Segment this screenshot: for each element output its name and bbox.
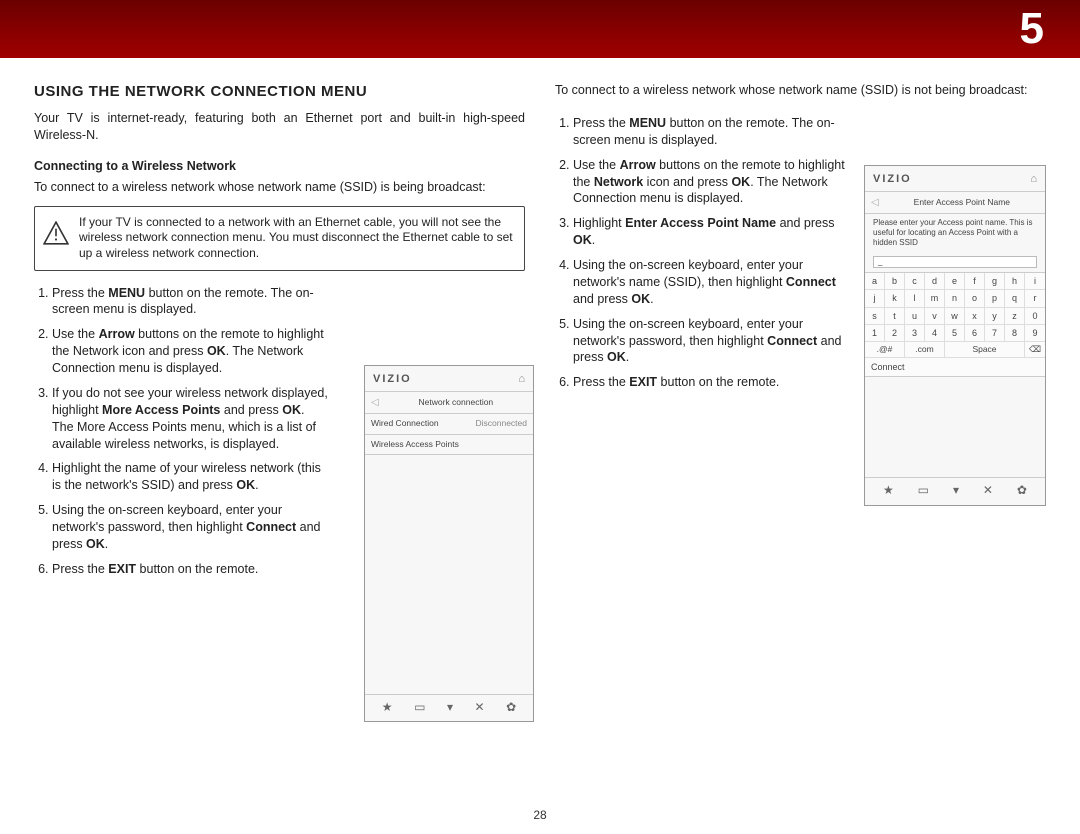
step-a4: Highlight the name of your wireless netw… (52, 460, 329, 494)
kb-key: l (905, 290, 925, 307)
tv-kb-title-row: ◁ Enter Access Point Name (865, 191, 1045, 214)
kb-key: x (965, 308, 985, 325)
kb-key: 1 (865, 325, 885, 342)
kb-key: 7 (985, 325, 1005, 342)
home-icon: ⌂ (1030, 172, 1037, 187)
kb-key-space: Space (945, 342, 1025, 358)
tv-bottom-icons: ★ ▭ ▾ ✕ ✿ (365, 694, 533, 721)
kb-key-symbols: .@# (865, 342, 905, 358)
chapter-number: 5 (1020, 4, 1044, 54)
kb-connect-row: Connect (865, 358, 1045, 377)
kb-key: n (945, 290, 965, 307)
v-icon: ▾ (953, 482, 959, 498)
kb-key: i (1025, 273, 1045, 290)
tv-kb-desc: Please enter your Access point name. Thi… (865, 213, 1045, 252)
subhead-intro: To connect to a wireless network whose n… (34, 179, 525, 196)
section-title: USING THE NETWORK CONNECTION MENU (34, 82, 525, 102)
tv-row-wireless: Wireless Access Points (365, 434, 533, 454)
kb-key: 5 (945, 325, 965, 342)
home-icon: ⌂ (518, 372, 525, 387)
steps-list-a: Press the MENU button on the remote. The… (34, 285, 329, 578)
step-b2: Use the Arrow buttons on the remote to h… (573, 157, 846, 208)
kb-key: j (865, 290, 885, 307)
gear-icon: ✿ (1017, 482, 1027, 498)
chapter-header: 5 (0, 0, 1080, 58)
tv-title-row: ◁ Network connection (365, 391, 533, 414)
kb-key: 9 (1025, 325, 1045, 342)
step-b6: Press the EXIT button on the remote. (573, 374, 846, 391)
x-icon: ✕ (983, 482, 993, 498)
kb-key: 3 (905, 325, 925, 342)
warning-icon (43, 221, 69, 245)
step-b1: Press the MENU button on the remote. The… (573, 115, 846, 149)
kb-key: o (965, 290, 985, 307)
kb-key: v (925, 308, 945, 325)
step-a1: Press the MENU button on the remote. The… (52, 285, 329, 319)
back-arrow-icon: ◁ (871, 196, 879, 210)
steps-list-b: Press the MENU button on the remote. The… (555, 115, 846, 391)
kb-key: d (925, 273, 945, 290)
step-a3: If you do not see your wireless network … (52, 385, 329, 453)
kb-key: b (885, 273, 905, 290)
kb-key: c (905, 273, 925, 290)
v-icon: ▾ (447, 699, 453, 715)
kb-key: e (945, 273, 965, 290)
tv-kb-bottom-icons: ★ ▭ ▾ ✕ ✿ (865, 477, 1045, 504)
page-body: USING THE NETWORK CONNECTION MENU Your T… (0, 58, 1080, 596)
tv-row-wired: Wired Connection Disconnected (365, 413, 533, 433)
kb-key: 2 (885, 325, 905, 342)
kb-key: 4 (925, 325, 945, 342)
kb-grid: a b c d e f g h i j k l m n o p q (865, 272, 1045, 342)
rect-icon: ▭ (918, 482, 929, 498)
back-arrow-icon: ◁ (371, 396, 379, 410)
tv-mockup-network: VIZIO ⌂ ◁ Network connection Wired Conne… (364, 365, 534, 722)
rect-icon: ▭ (414, 699, 425, 715)
kb-key-com: .com (905, 342, 945, 358)
step-a2: Use the Arrow buttons on the remote to h… (52, 326, 329, 377)
kb-key: z (1005, 308, 1025, 325)
right-intro: To connect to a wireless network whose n… (555, 82, 1046, 99)
vizio-logo: VIZIO (373, 372, 412, 387)
kb-key: q (1005, 290, 1025, 307)
x-icon: ✕ (475, 699, 485, 715)
step-b4: Using the on-screen keyboard, enter your… (573, 257, 846, 308)
kb-key: f (965, 273, 985, 290)
kb-key: s (865, 308, 885, 325)
left-column: USING THE NETWORK CONNECTION MENU Your T… (34, 82, 525, 586)
star-icon: ★ (382, 699, 393, 715)
tv-kb-input: _ (873, 256, 1037, 268)
kb-key: 0 (1025, 308, 1045, 325)
kb-key: h (1005, 273, 1025, 290)
kb-key: w (945, 308, 965, 325)
kb-key: y (985, 308, 1005, 325)
tv-blank (365, 454, 533, 694)
page-number: 28 (533, 808, 546, 822)
kb-key: m (925, 290, 945, 307)
step-b5: Using the on-screen keyboard, enter your… (573, 316, 846, 367)
step-b3: Highlight Enter Access Point Name and pr… (573, 215, 846, 249)
kb-key: k (885, 290, 905, 307)
warning-text: If your TV is connected to a network wit… (79, 215, 513, 260)
intro-text: Your TV is internet-ready, featuring bot… (34, 110, 525, 144)
kb-key: 8 (1005, 325, 1025, 342)
kb-key: 6 (965, 325, 985, 342)
kb-key: t (885, 308, 905, 325)
subheading: Connecting to a Wireless Network (34, 158, 525, 175)
tv-kb-blank (865, 377, 1045, 477)
kb-bottom-row: .@# .com Space ⌫ (865, 342, 1045, 358)
kb-key: r (1025, 290, 1045, 307)
kb-key-backspace: ⌫ (1025, 342, 1045, 358)
tv-mockup-keyboard: VIZIO ⌂ ◁ Enter Access Point Name Please… (864, 165, 1046, 506)
kb-key: u (905, 308, 925, 325)
kb-key: a (865, 273, 885, 290)
right-column: To connect to a wireless network whose n… (555, 82, 1046, 586)
vizio-logo: VIZIO (873, 172, 912, 187)
kb-key: p (985, 290, 1005, 307)
kb-key: g (985, 273, 1005, 290)
star-icon: ★ (883, 482, 894, 498)
warning-box: If your TV is connected to a network wit… (34, 206, 525, 271)
gear-icon: ✿ (506, 699, 516, 715)
step-a5: Using the on-screen keyboard, enter your… (52, 502, 329, 553)
